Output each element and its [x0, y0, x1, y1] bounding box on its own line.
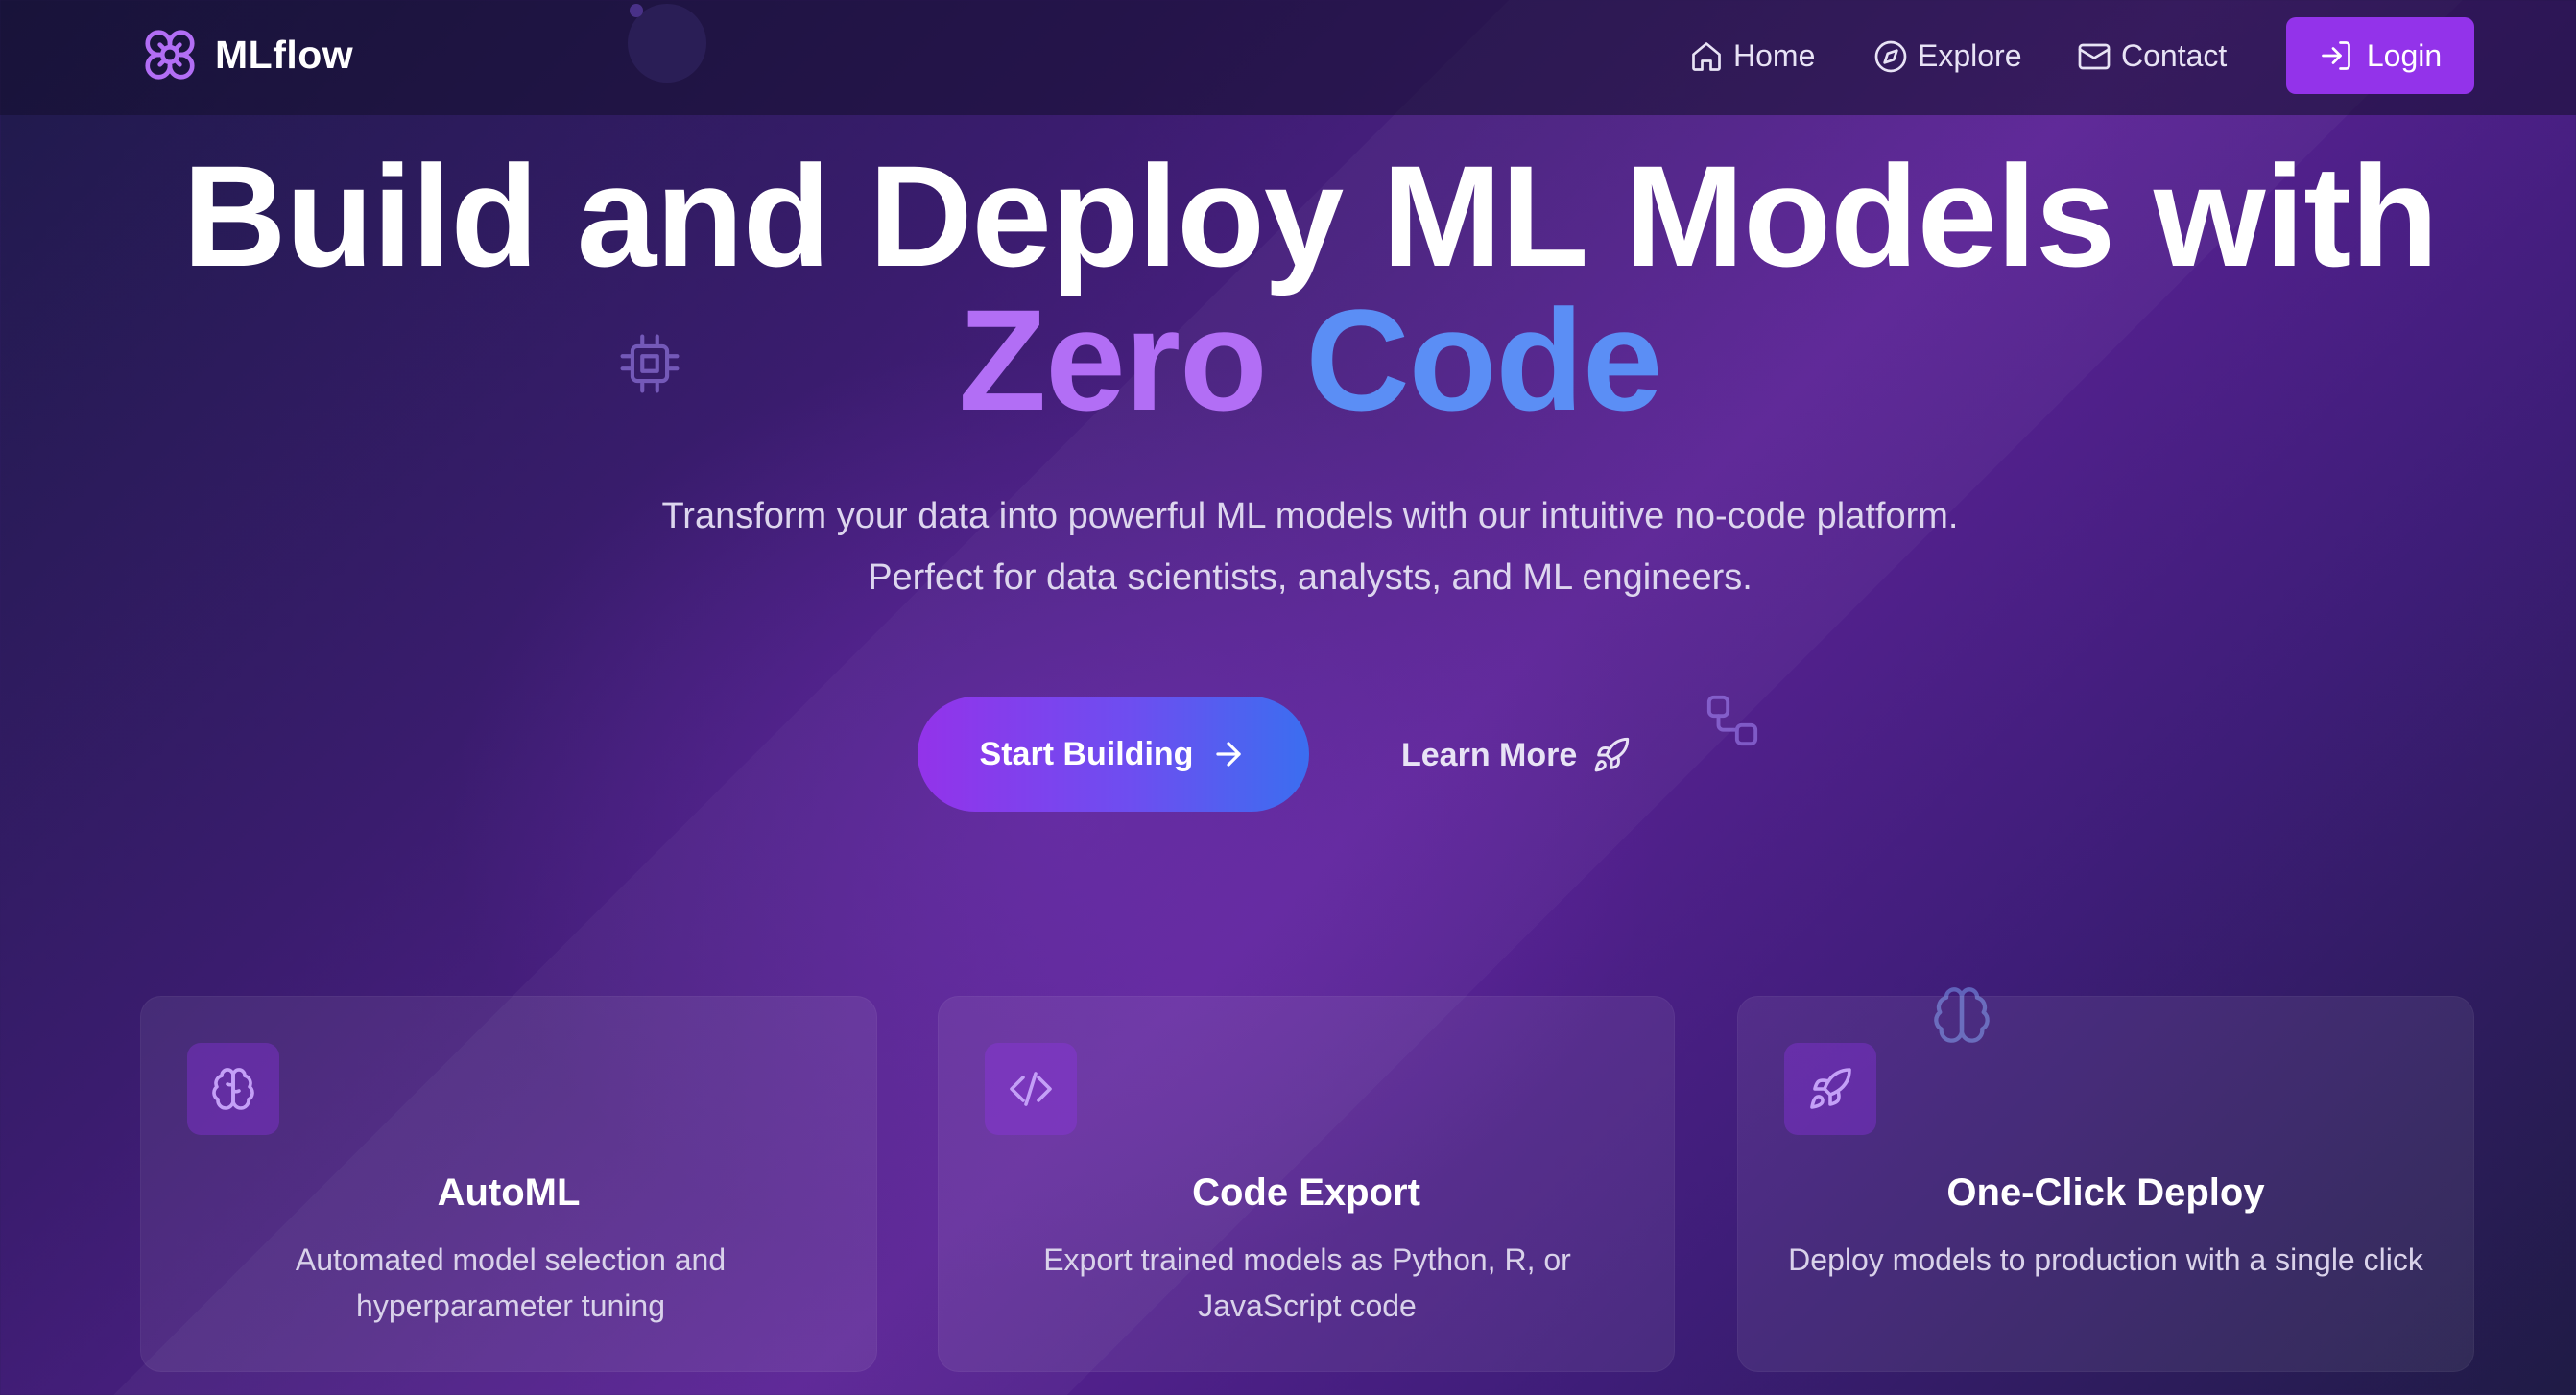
accent-word-code: Code — [1305, 279, 1662, 440]
hero-subtitle-line-2: Perfect for data scientists, analysts, a… — [868, 557, 1753, 598]
start-building-label: Start Building — [979, 735, 1194, 772]
start-building-button[interactable]: Start Building — [918, 697, 1309, 812]
brand-name: MLflow — [215, 32, 354, 77]
code-icon — [1010, 1072, 1052, 1106]
learn-more-label: Learn More — [1401, 736, 1578, 773]
nav-explore-link[interactable]: Explore — [1873, 38, 2022, 74]
rocket-icon — [1594, 737, 1630, 772]
learn-more-link[interactable]: Learn More — [1401, 731, 1631, 779]
login-icon — [2321, 41, 2350, 70]
flower-gear-icon — [145, 30, 195, 80]
home-icon — [1692, 41, 1721, 71]
feature-description: Export trained models as Python, R, or J… — [1043, 1242, 1571, 1323]
mail-icon — [2078, 43, 2111, 69]
rocket-icon — [1810, 1068, 1851, 1109]
feature-card-one-click-deploy: One-Click Deploy Deploy models to produc… — [1737, 996, 2474, 1372]
feature-description: Deploy models to production with a singl… — [1788, 1242, 2423, 1277]
nav-explore-label: Explore — [1918, 38, 2022, 73]
workflow-icon — [1706, 695, 1758, 746]
feature-description: Automated model selection and hyperparam… — [295, 1242, 727, 1323]
compass-icon — [1874, 40, 1907, 72]
feature-title: AutoML — [437, 1171, 581, 1214]
brand-logo-link[interactable]: MLflow — [140, 25, 353, 84]
feature-icon-box — [985, 1043, 1077, 1135]
arrow-right-icon — [1216, 742, 1242, 767]
hero-subtitle: Transform your data into powerful ML mod… — [0, 485, 2576, 608]
hero-accent-line: Zero Code — [0, 288, 2576, 432]
feature-title: Code Export — [1192, 1171, 1420, 1214]
nav-contact-label: Contact — [2121, 38, 2228, 73]
feature-icon-box — [187, 1043, 279, 1135]
login-button[interactable]: Login — [2286, 17, 2474, 94]
nav-home-label: Home — [1733, 38, 1816, 73]
feature-icon-box — [1784, 1043, 1876, 1135]
nav-home-link[interactable]: Home — [1689, 38, 1815, 74]
feature-card-code-export: Code Export Export trained models as Pyt… — [938, 996, 1675, 1372]
hero-title: Build and Deploy ML Models with — [182, 135, 2439, 296]
brain-icon — [212, 1068, 254, 1110]
feature-title: One-Click Deploy — [1946, 1171, 2265, 1214]
accent-word-zero: Zero — [958, 279, 1268, 440]
top-navbar: MLflow Home Explore Contact Login — [0, 0, 2576, 115]
feature-card-automl: AutoML Automated model selection and hyp… — [140, 996, 877, 1372]
hero-subtitle-line-1: Transform your data into powerful ML mod… — [661, 496, 1959, 536]
login-label: Login — [2366, 37, 2443, 73]
nav-contact-link[interactable]: Contact — [2077, 38, 2227, 74]
